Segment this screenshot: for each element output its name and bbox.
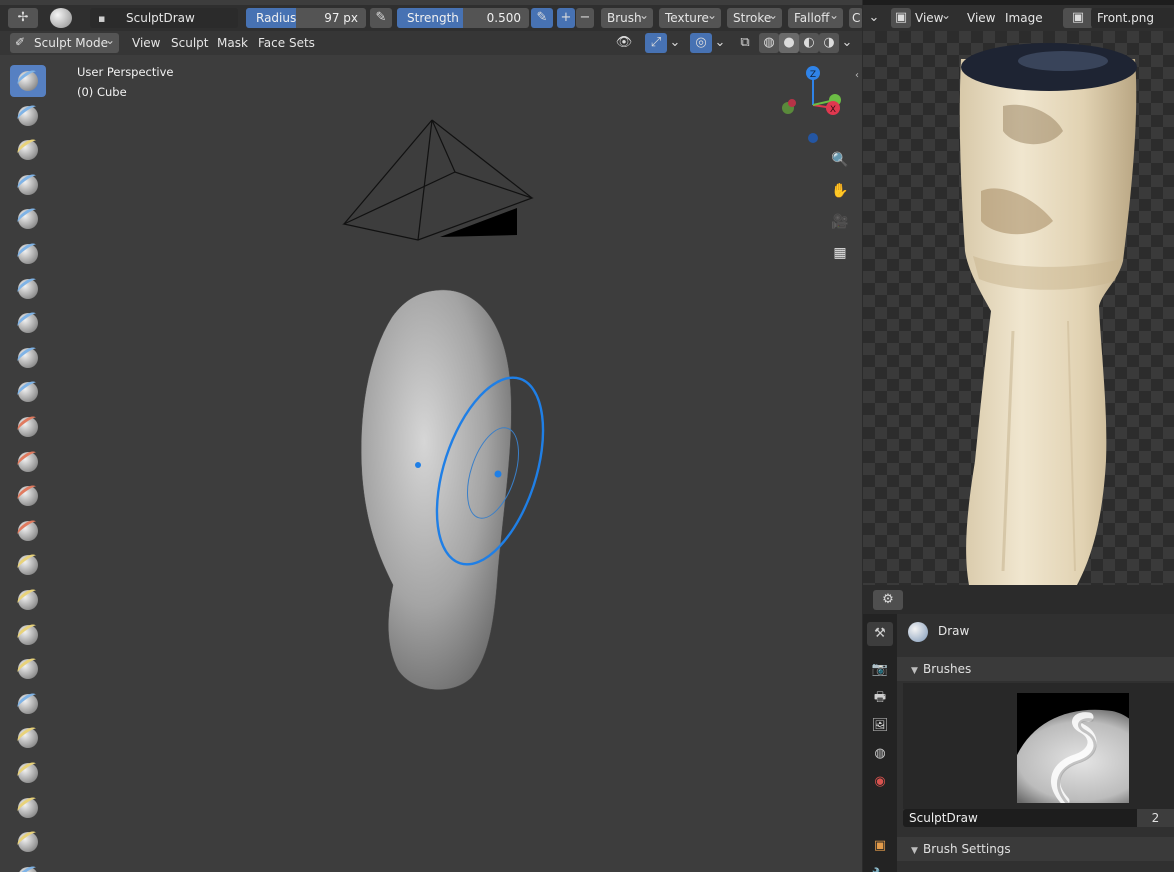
- solid-shading-icon[interactable]: ●: [779, 33, 799, 53]
- overlays-dropdown-chevron-icon[interactable]: ⌄: [712, 33, 728, 53]
- draw-brush-icon: [908, 622, 928, 642]
- image-editor[interactable]: ⌄ ▣ View View Image ▣ Front.png ›: [863, 0, 1174, 585]
- sidebar-toggle-chevron-icon[interactable]: ‹: [855, 70, 859, 81]
- properties-editor-type-icon[interactable]: ⚙: [873, 590, 903, 610]
- image-browse-icon[interactable]: ▣: [1063, 8, 1093, 28]
- wireframe-shading-icon[interactable]: ◍: [759, 33, 779, 53]
- output-tab-icon[interactable]: 🖶: [867, 686, 893, 710]
- brush-datablock-icon: ▪: [98, 12, 106, 25]
- mode-selector[interactable]: Sculpt Mode: [10, 33, 119, 53]
- tool-tab-icon[interactable]: ⚒: [867, 622, 893, 646]
- properties-editor[interactable]: ⚙ ⚒ 📷 🖶 🖼 ◍ ◉ ▣ 🔧 Draw ▼ Brushes: [863, 586, 1174, 872]
- overlays-toggle-icon[interactable]: ◎: [690, 33, 712, 53]
- visibility-eye-icon[interactable]: 👁: [610, 33, 638, 53]
- pan-hand-icon[interactable]: ✋: [828, 179, 852, 203]
- gizmo-dropdown-chevron-icon[interactable]: ⌄: [667, 33, 683, 53]
- tool-settings-header: ✢ SculptDraw ▪ Radius 97 px ✎ Strength 0…: [0, 5, 862, 31]
- reference-photo: [959, 43, 1137, 585]
- strength-slider[interactable]: Strength 0.500: [397, 8, 529, 28]
- brushes-panel-label: Brushes: [923, 662, 972, 676]
- radius-value: 97 px: [324, 11, 358, 25]
- rendered-shading-icon[interactable]: ◑: [819, 33, 839, 53]
- image-name-field[interactable]: Front.png: [1091, 8, 1174, 28]
- view-layer-tab-icon[interactable]: 🖼: [867, 714, 893, 738]
- brush-settings-panel-header[interactable]: ▼ Brush Settings: [897, 837, 1174, 861]
- falloff-menu[interactable]: Falloff: [788, 8, 843, 28]
- properties-tabs: ⚒ 📷 🖶 🖼 ◍ ◉ ▣ 🔧: [863, 614, 897, 872]
- strength-value: 0.500: [486, 11, 521, 25]
- scene-tab-icon[interactable]: ◍: [867, 742, 893, 766]
- radius-label: Radius: [256, 11, 297, 25]
- editor-type-icon[interactable]: ⌄: [865, 8, 883, 28]
- face-sets-menu[interactable]: Face Sets: [252, 33, 321, 53]
- stroke-menu[interactable]: Stroke: [727, 8, 782, 28]
- brush-settings-label: Brush Settings: [923, 842, 1011, 856]
- ie-view-menu[interactable]: View: [961, 8, 1001, 28]
- ie-view-mode-chevron-icon[interactable]: [941, 8, 955, 28]
- world-tab-icon[interactable]: ◉: [867, 770, 893, 794]
- camera-view-icon[interactable]: 🎥: [828, 210, 852, 234]
- mask-menu[interactable]: Mask: [211, 33, 254, 53]
- camera-object[interactable]: [342, 119, 534, 241]
- texture-menu[interactable]: Texture: [659, 8, 721, 28]
- add-direction-button[interactable]: +: [557, 8, 575, 28]
- viewport-header: Sculpt Mode ✐ View Sculpt Mask Face Sets…: [0, 31, 862, 55]
- image-canvas[interactable]: [863, 31, 1174, 585]
- brush-preview-icon[interactable]: [50, 8, 72, 28]
- 3d-viewport[interactable]: ✢ SculptDraw ▪ Radius 97 px ✎ Strength 0…: [0, 0, 862, 872]
- zoom-icon[interactable]: 🔍: [828, 148, 852, 172]
- gizmo-x-label: X: [830, 105, 836, 115]
- brush-datablock-field[interactable]: SculptDraw: [903, 809, 1137, 827]
- object-tab-icon[interactable]: ▣: [867, 834, 893, 858]
- brush-users-count[interactable]: 2: [1137, 809, 1174, 827]
- strength-label: Strength: [407, 11, 459, 25]
- modifiers-tab-icon[interactable]: 🔧: [867, 864, 893, 872]
- view-menu[interactable]: View: [126, 33, 166, 53]
- gizmo-toggle-icon[interactable]: ⤢: [645, 33, 667, 53]
- active-brush-label: Draw: [938, 624, 970, 638]
- navigation-gizmo[interactable]: Z X: [775, 63, 855, 148]
- brush-menu[interactable]: Brush: [601, 8, 653, 28]
- gizmo-z-label: Z: [810, 70, 816, 80]
- sculpt-mesh[interactable]: [360, 289, 512, 690]
- sculpt-menu[interactable]: Sculpt: [165, 33, 214, 53]
- radius-slider[interactable]: Radius 97 px: [246, 8, 366, 28]
- panel-collapse-icon: ▼: [911, 846, 918, 856]
- ie-image-menu[interactable]: Image: [999, 8, 1049, 28]
- viewport-scene[interactable]: [0, 55, 862, 872]
- render-tab-icon[interactable]: 📷: [867, 658, 893, 682]
- material-shading-icon[interactable]: ◐: [799, 33, 819, 53]
- image-editor-header: ⌄ ▣ View View Image ▣ Front.png: [863, 5, 1174, 31]
- radius-pressure-icon[interactable]: ✎: [370, 8, 392, 28]
- strength-pressure-icon[interactable]: ✎: [531, 8, 553, 28]
- brush-thumbnail[interactable]: [1017, 693, 1129, 803]
- sculpt-mode-icon: ✐: [15, 35, 26, 49]
- brush-preview-area[interactable]: [903, 683, 1174, 809]
- xray-toggle-icon[interactable]: ⧉: [734, 33, 756, 53]
- subtract-direction-button[interactable]: −: [576, 8, 594, 28]
- tool-icon[interactable]: ✢: [8, 8, 38, 28]
- brush-name-field[interactable]: SculptDraw: [90, 8, 238, 28]
- brushes-panel-header[interactable]: ▼ Brushes: [897, 657, 1174, 681]
- perspective-grid-icon[interactable]: ▦: [828, 241, 852, 265]
- panel-collapse-icon: ▼: [911, 666, 918, 676]
- image-view-mode-icon[interactable]: ▣: [891, 8, 911, 28]
- properties-header: ⚙: [863, 586, 1174, 614]
- shading-dropdown-chevron-icon[interactable]: ⌄: [839, 33, 855, 53]
- cursor-menu[interactable]: C: [849, 8, 862, 28]
